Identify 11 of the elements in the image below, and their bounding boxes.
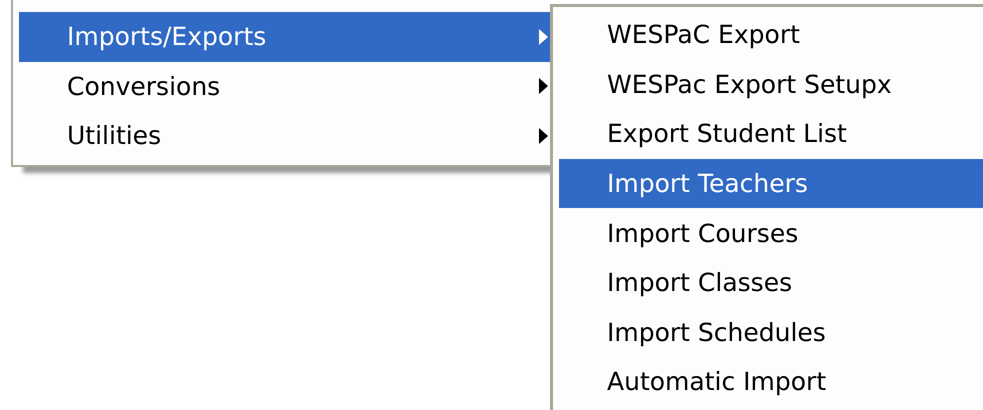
menu-item[interactable]: Import Teachers [559, 158, 983, 208]
menu-item[interactable]: WESPaC Export [559, 10, 983, 60]
menu-item[interactable]: Imports/Exports [19, 12, 550, 62]
menu-item[interactable]: Export Student List [559, 109, 983, 159]
menu-item[interactable]: WESPac Export Setupx [559, 60, 983, 110]
menu-item[interactable]: Conversions [19, 62, 550, 112]
menu-item[interactable]: Import Classes [559, 258, 983, 308]
menu-item[interactable]: Utilities [19, 111, 550, 161]
menu-item[interactable]: Import Courses [559, 208, 983, 258]
menu-item[interactable]: Automatic Import [559, 357, 983, 407]
menu-item[interactable]: Import Schedules [559, 308, 983, 358]
